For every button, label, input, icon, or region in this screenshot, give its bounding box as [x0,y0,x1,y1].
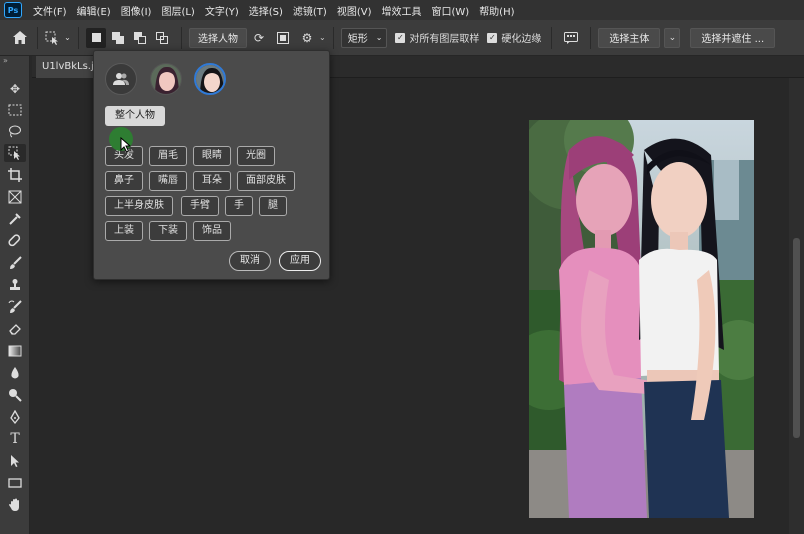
divider [332,26,334,49]
menu-image[interactable]: 图像(I) [116,3,157,18]
photoshop-logo: Ps [4,2,22,18]
part-eyes-button[interactable]: 眼睛 [193,146,231,166]
menu-filter[interactable]: 滤镜(T) [288,3,332,18]
person-thumbnail-2[interactable] [194,63,226,95]
part-nose-button[interactable]: 鼻子 [105,171,143,191]
divider [181,26,182,49]
blur-tool-icon[interactable] [4,364,26,382]
select-people-popup: 整个人物 头发 眉毛 眼睛 光圈 鼻子 嘴唇 耳朵 面部皮肤 上半身皮肤 手臂 … [93,50,330,280]
eyedropper-tool-icon[interactable] [4,210,26,228]
whole-person-button[interactable]: 整个人物 [105,106,165,126]
cancel-button[interactable]: 取消 [229,251,271,271]
photoshop-window: Ps 文件(F) 编辑(E) 图像(I) 图层(L) 文字(Y) 选择(S) 滤… [0,0,804,534]
mode-select[interactable]: 矩形 ⌄ [340,27,388,48]
part-hands-button[interactable]: 手 [225,196,253,216]
refresh-icon[interactable]: ⟳ [249,28,269,48]
tools-panel: » ✥ T [0,56,30,534]
menu-plugins[interactable]: 增效工具 [376,3,426,18]
part-upper-body-skin-button[interactable]: 上半身皮肤 [105,196,173,216]
intersect-selection-mode-button[interactable] [152,28,172,48]
menu-view[interactable]: 视图(V) [332,3,377,18]
home-icon[interactable] [10,28,30,48]
mouse-cursor-icon [120,137,132,153]
menu-bar: Ps 文件(F) 编辑(E) 图像(I) 图层(L) 文字(Y) 选择(S) 滤… [0,0,804,20]
menu-window[interactable]: 窗口(W) [426,3,474,18]
object-finder-icon[interactable] [273,28,293,48]
select-subject-button[interactable]: 选择主体 [598,27,661,48]
apply-button[interactable]: 应用 [279,251,321,271]
crop-tool-icon[interactable] [4,166,26,184]
object-select-tool-preset-icon[interactable]: ⌄ [45,28,71,48]
part-legs-button[interactable]: 腿 [259,196,287,216]
hand-tool-icon[interactable] [4,496,26,514]
menu-help[interactable]: 帮助(H) [474,3,519,18]
add-selection-mode-button[interactable] [108,28,128,48]
hard-edge-label: 硬化边缘 [501,34,542,45]
object-selection-tool-icon[interactable] [4,144,26,162]
frame-tool-icon[interactable] [4,188,26,206]
rectangle-tool-icon[interactable] [4,474,26,492]
part-halo-button[interactable]: 光圈 [237,146,275,166]
divider [37,26,38,49]
select-people-button[interactable]: 选择人物 [189,27,247,48]
move-tool-icon[interactable]: ✥ [4,80,26,98]
part-tops-button[interactable]: 上装 [105,221,143,241]
part-facial-skin-button[interactable]: 面部皮肤 [237,171,295,191]
part-arms-button[interactable]: 手臂 [181,196,219,216]
menu-select[interactable]: 选择(S) [244,3,288,18]
collapse-panel-icon[interactable]: » [0,56,29,66]
divider [590,26,592,49]
healing-brush-tool-icon[interactable] [4,232,26,250]
clone-stamp-tool-icon[interactable] [4,276,26,294]
select-subject-dropdown[interactable]: ⌄ [664,27,681,48]
people-icon [113,73,129,85]
chevron-down-icon[interactable]: ⌄ [319,33,326,42]
hard-edge-checkbox[interactable]: ✓ 硬化边缘 [487,30,541,45]
gear-icon[interactable]: ⚙ [297,28,317,48]
menu-file[interactable]: 文件(F) [28,3,72,18]
chevron-down-icon: ⌄ [668,32,677,43]
select-and-mask-button[interactable]: 选择并遮住 ... [690,27,776,48]
dodge-tool-icon[interactable] [4,386,26,404]
checkmark-icon: ✓ [487,32,498,43]
scrollbar-thumb[interactable] [793,238,800,438]
history-brush-tool-icon[interactable] [4,298,26,316]
all-people-button[interactable] [105,63,137,95]
menu-type[interactable]: 文字(Y) [200,3,244,18]
gradient-tool-icon[interactable] [4,342,26,360]
path-selection-tool-icon[interactable] [4,452,26,470]
menu-edit[interactable]: 编辑(E) [72,3,116,18]
brush-tool-icon[interactable] [4,254,26,272]
part-eyebrows-button[interactable]: 眉毛 [149,146,187,166]
vertical-scrollbar[interactable] [789,78,804,534]
sample-all-layers-label: 对所有图层取样 [409,34,480,45]
checkmark-icon: ✓ [395,32,406,43]
sample-all-layers-checkbox[interactable]: ✓ 对所有图层取样 [395,30,479,45]
document-image[interactable] [529,120,754,518]
divider [551,26,553,49]
pen-tool-icon[interactable] [4,408,26,426]
menu-layer[interactable]: 图层(L) [156,3,199,18]
chevron-down-icon: ⌄ [375,33,383,42]
eraser-tool-icon[interactable] [4,320,26,338]
new-selection-mode-button[interactable] [86,27,106,48]
person-thumbnail-1[interactable] [150,63,182,95]
type-tool-icon[interactable]: T [4,430,26,448]
document-tab[interactable]: U1lvBkLs.jpg [36,56,100,78]
mode-select-value: 矩形 [347,34,368,45]
feedback-icon[interactable] [561,28,581,48]
lasso-tool-icon[interactable] [4,122,26,140]
part-ears-button[interactable]: 耳朵 [193,171,231,191]
part-lips-button[interactable]: 嘴唇 [149,171,187,191]
part-bottoms-button[interactable]: 下装 [149,221,187,241]
subtract-selection-mode-button[interactable] [130,28,150,48]
part-accessories-button[interactable]: 饰品 [193,221,231,241]
marquee-tool-icon[interactable] [4,101,26,119]
divider [78,26,79,49]
